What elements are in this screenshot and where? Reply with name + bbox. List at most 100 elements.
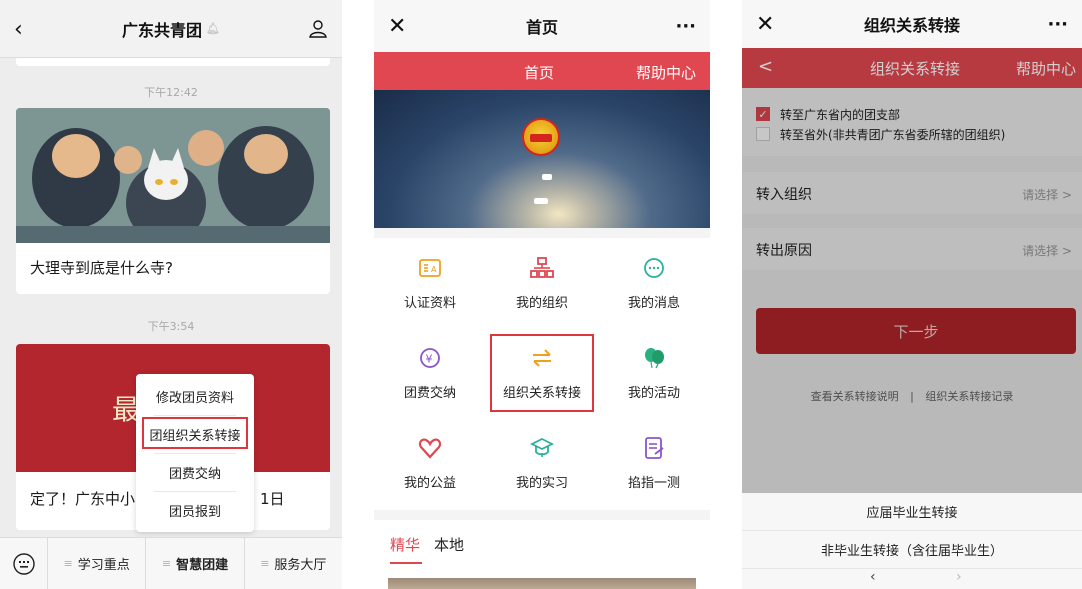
- menu-item-report[interactable]: 团员报到: [136, 492, 254, 528]
- nav-home[interactable]: 首页: [524, 62, 554, 83]
- footer-links: 查看关系转接说明 | 组织关系转接记录: [742, 388, 1082, 404]
- article-title: 大理寺到底是什么寺?: [30, 259, 173, 277]
- person-icon[interactable]: [308, 0, 328, 58]
- grid-item-dues[interactable]: ¥ 团费交纳: [374, 328, 486, 418]
- chat-titlebar: ‹ 广东共青团 🔔︎: [0, 0, 342, 58]
- menu-item-edit-profile[interactable]: 修改团员资料: [136, 378, 254, 414]
- person-icon-svg: [309, 20, 327, 38]
- browser-forward-icon[interactable]: ›: [956, 569, 962, 585]
- article-card[interactable]: 大理寺到底是什么寺?: [16, 108, 330, 294]
- tab-featured[interactable]: 精华: [390, 534, 420, 555]
- org-chart-icon: [530, 257, 554, 278]
- message-icon: [644, 258, 664, 278]
- sheet-option-graduates[interactable]: 应届毕业生转接: [742, 493, 1082, 531]
- close-icon[interactable]: ✕: [756, 0, 774, 48]
- link-divider: |: [910, 390, 914, 403]
- webview-title: 首页: [525, 18, 558, 37]
- grid-item-my-org[interactable]: 我的组织: [486, 238, 598, 328]
- grid-label: 我的活动: [627, 386, 680, 401]
- row-value: 请选择 >: [1022, 188, 1072, 202]
- keyboard-icon[interactable]: [0, 537, 48, 589]
- menu-lines-icon: ≡: [161, 557, 172, 570]
- smart-league-home-panel: ✕ 首页 ··· 首页 帮助中心 A 认证资料 我的组织 我的消息 ¥ 团费交纳: [374, 0, 710, 589]
- cartoon-illustration: [16, 108, 330, 243]
- grid-item-certification[interactable]: A 认证资料: [374, 238, 486, 328]
- menu-study-focus-label: 学习重点: [77, 558, 130, 573]
- option-label: 转至省外(非共青团广东省委所辖的团组织): [780, 127, 1006, 142]
- grid-label: 认证资料: [403, 296, 456, 311]
- browser-back-icon[interactable]: ‹: [870, 569, 876, 585]
- grid-item-public-welfare[interactable]: 我的公益: [374, 418, 486, 508]
- option-label: 转至广东省内的团支部: [780, 107, 901, 122]
- org-transfer-panel: ✕ 组织关系转接 ··· < 组织关系转接 帮助中心 ✓ 转至广东省内的团支部 …: [742, 0, 1082, 589]
- grid-item-quiz[interactable]: 掐指一测: [598, 418, 710, 508]
- article-title-2-text: 定了！广东中小: [30, 490, 136, 508]
- select-transfer-reason[interactable]: 转出原因 请选择 >: [742, 228, 1082, 270]
- keyboard-icon-svg: [12, 552, 35, 575]
- checkbox-checked-icon[interactable]: ✓: [756, 107, 770, 121]
- menu-study-focus[interactable]: ≡ 学习重点: [48, 537, 147, 589]
- youth-league-emblem-icon: [522, 118, 560, 156]
- back-chevron-icon[interactable]: <: [758, 56, 773, 77]
- graduation-cap-icon: [530, 437, 554, 457]
- menu-lines-icon: ≡: [63, 557, 73, 570]
- webview-title: 组织关系转接: [863, 16, 960, 35]
- highlight-box: [142, 417, 248, 449]
- menu-lines-icon: ≡: [260, 557, 270, 570]
- site-nav: 首页 帮助中心: [374, 52, 710, 90]
- svg-text:A: A: [431, 265, 437, 274]
- next-step-button[interactable]: 下一步: [756, 308, 1076, 354]
- grid-item-my-messages[interactable]: 我的消息: [598, 238, 710, 328]
- svg-text:¥: ¥: [426, 353, 433, 366]
- menu-item-dues[interactable]: 团费交纳: [136, 454, 254, 490]
- link-transfer-records[interactable]: 组织关系转接记录: [925, 390, 1013, 403]
- article-title-2-tail: 1日: [260, 490, 285, 508]
- nav-help-center[interactable]: 帮助中心: [636, 62, 696, 83]
- nav-title: 组织关系转接: [870, 60, 961, 78]
- highlight-box: [490, 334, 594, 412]
- checkbox-unchecked-icon[interactable]: [756, 127, 770, 141]
- active-tab-underline: [390, 562, 422, 564]
- grid-item-my-activities[interactable]: 我的活动: [598, 328, 710, 418]
- chat-bottom-menu: ≡ 学习重点 ≡ 智慧团建 ≡ 服务大厅: [0, 537, 342, 589]
- grid-label: 我的实习: [515, 476, 568, 491]
- grid-label: 团费交纳: [403, 386, 456, 401]
- nav-help-center[interactable]: 帮助中心: [1016, 58, 1076, 79]
- content-tabs: 精华 本地: [374, 520, 710, 589]
- notepad-icon: [645, 437, 664, 459]
- select-target-org[interactable]: 转入组织 请选择 >: [742, 172, 1082, 214]
- option-within-guangdong[interactable]: ✓ 转至广东省内的团支部: [756, 104, 900, 124]
- message-timestamp: 下午12:42: [144, 86, 198, 99]
- back-chevron-icon[interactable]: ‹: [14, 0, 23, 58]
- article-cover-image: [16, 108, 330, 243]
- action-sheet: 应届毕业生转接 非毕业生转接（含往届毕业生） ‹ ›: [742, 493, 1082, 589]
- grid-label: 掐指一测: [627, 476, 680, 491]
- yuan-icon: ¥: [420, 348, 440, 368]
- hero-banner: [374, 90, 710, 228]
- menu-service-hall[interactable]: ≡ 服务大厅: [245, 538, 342, 589]
- tab-local[interactable]: 本地: [434, 534, 464, 555]
- menu-smart-league[interactable]: ≡ 智慧团建: [146, 537, 245, 589]
- option-outside-province[interactable]: 转至省外(非共青团广东省委所辖的团组织): [756, 124, 1005, 144]
- menu-smart-league-label: 智慧团建: [176, 558, 229, 573]
- grid-label: 我的公益: [403, 476, 456, 491]
- more-icon[interactable]: ···: [675, 0, 696, 52]
- link-transfer-instructions[interactable]: 查看关系转接说明: [811, 390, 899, 403]
- previous-message-card: [16, 58, 330, 66]
- grid-item-internship[interactable]: 我的实习: [486, 418, 598, 508]
- sheet-option-non-graduates[interactable]: 非毕业生转接（含往届毕业生）: [742, 531, 1082, 569]
- popup-menu: 修改团员资料 团组织关系转接 团费交纳 团员报到: [136, 374, 254, 532]
- profile-avatar-placeholder: [542, 174, 552, 180]
- row-value: 请选择 >: [1022, 244, 1072, 258]
- wechat-chat-panel: ‹ 广东共青团 🔔︎ 下午12:42 大理寺到底是什么寺? 下午3:54 最 定…: [0, 0, 342, 589]
- heart-icon: [418, 438, 442, 459]
- site-nav: < 组织关系转接 帮助中心: [742, 48, 1082, 88]
- message-timestamp-2: 下午3:54: [147, 320, 195, 333]
- balloons-icon: [645, 348, 664, 369]
- more-icon[interactable]: ···: [1047, 0, 1068, 48]
- id-card-icon: A: [419, 259, 441, 277]
- article-thumbnail[interactable]: [388, 578, 696, 589]
- transfer-type-options: ✓ 转至广东省内的团支部 转至省外(非共青团广东省委所辖的团组织): [742, 88, 1082, 156]
- close-icon[interactable]: ✕: [388, 0, 406, 52]
- chat-title: 广东共青团: [122, 20, 203, 40]
